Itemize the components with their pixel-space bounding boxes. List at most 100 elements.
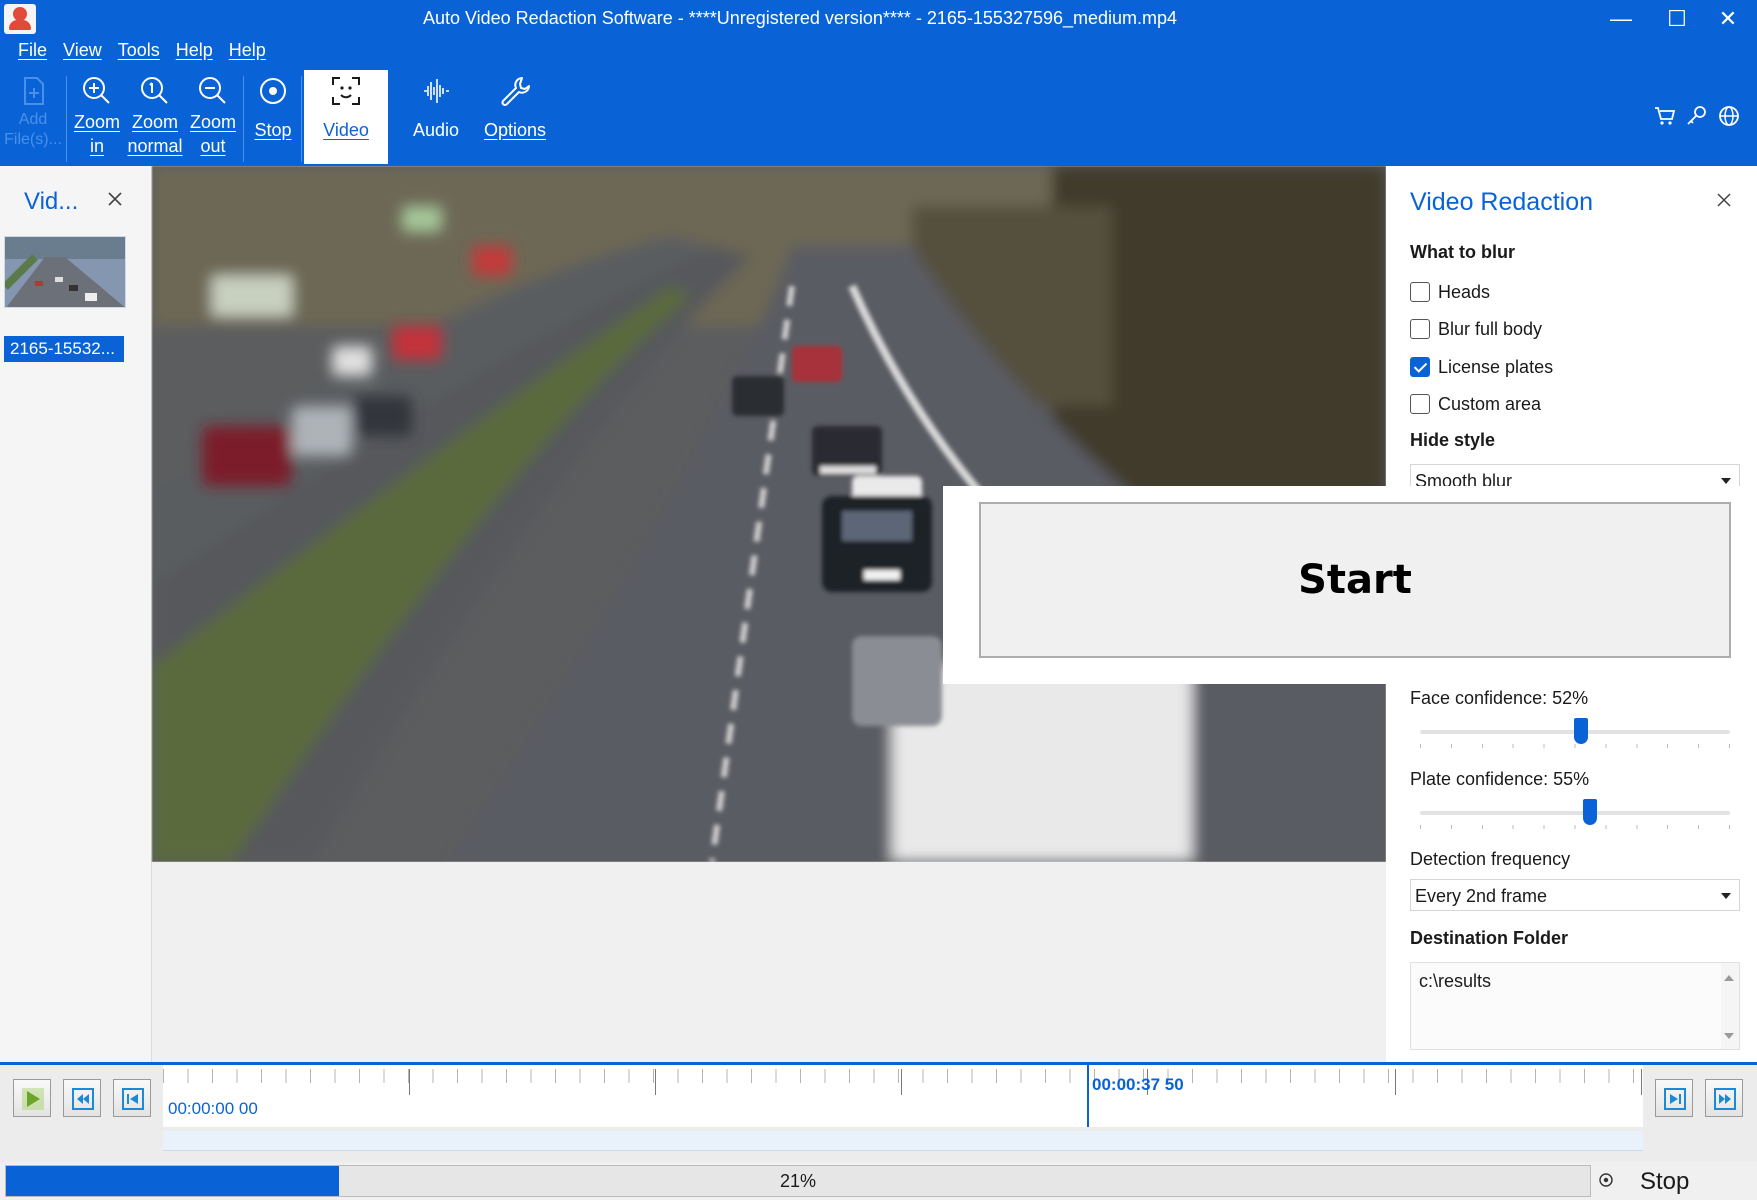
stop-button[interactable]: Stop [248, 70, 298, 164]
start-button[interactable]: Start [979, 502, 1731, 658]
zoom-out-icon [199, 77, 226, 104]
zoom-in-label-1: Zoom [73, 112, 120, 132]
wrench-icon [501, 77, 530, 106]
zoom-in-label-2: in [89, 136, 104, 156]
progress-percent: 21% [779, 1171, 817, 1191]
fast-forward-icon [1714, 1088, 1736, 1110]
slider-handle[interactable] [1573, 718, 1588, 744]
zoom-out-label-2: out [200, 136, 226, 156]
maximize-button[interactable]: ☐ [1657, 4, 1697, 34]
start-overlay: Start [943, 486, 1757, 684]
zoom-normal-icon [141, 77, 168, 104]
globe-icon[interactable] [1717, 104, 1741, 128]
detection-frequency-value: Every 2nd frame [1415, 886, 1548, 906]
destination-folder-heading: Destination Folder [1410, 928, 1569, 948]
title-and-ribbon: Auto Video Redaction Software - ****Unre… [0, 0, 1757, 166]
go-to-start-button[interactable] [113, 1079, 151, 1117]
rewind-icon [72, 1088, 94, 1110]
close-icon[interactable] [1714, 190, 1734, 210]
what-to-blur-heading: What to blur [1410, 242, 1515, 262]
close-icon[interactable] [104, 188, 126, 210]
audio-wave-icon [424, 79, 449, 103]
checkbox-box[interactable] [1410, 282, 1430, 302]
minimize-button[interactable]: — [1601, 4, 1641, 34]
heads-checkbox[interactable]: Heads [1410, 280, 1490, 304]
skip-back-icon [122, 1088, 144, 1110]
destination-folder-input[interactable]: c:\results [1410, 962, 1740, 1050]
hide-style-heading: Hide style [1410, 430, 1496, 450]
zoom-normal-label-1: Zoom [131, 112, 178, 132]
ribbon-right-icons [1653, 104, 1741, 128]
add-files-button[interactable]: Add File(s)... [4, 70, 62, 164]
blur-full-body-checkbox[interactable]: Blur full body [1410, 317, 1542, 341]
custom-area-label: Custom area [1438, 393, 1542, 414]
face-confidence-slider[interactable] [1420, 718, 1730, 748]
menu-view[interactable]: View [55, 40, 110, 68]
stop-icon [260, 78, 286, 104]
plate-confidence-label: Plate confidence: 55% [1410, 769, 1590, 789]
scroll-up-icon[interactable] [1724, 975, 1734, 981]
tab-options[interactable]: Options [478, 70, 552, 164]
options-label: Options [483, 120, 547, 140]
zoom-in-icon [83, 77, 110, 104]
destination-folder-value: c:\results [1419, 971, 1492, 991]
cart-icon[interactable] [1653, 104, 1677, 128]
tab-video[interactable]: Video [304, 70, 388, 164]
fast-forward-button[interactable] [1705, 1079, 1743, 1117]
scrollbar[interactable] [1721, 963, 1739, 1049]
zoom-out-button[interactable]: Zoom out [186, 70, 240, 164]
rewind-button[interactable] [63, 1079, 101, 1117]
detection-frequency-select[interactable]: Every 2nd frame [1410, 879, 1740, 911]
ribbon-separator [301, 76, 302, 162]
face-scan-icon [332, 77, 360, 105]
zoom-normal-button[interactable]: Zoom normal [126, 70, 184, 164]
zoom-in-button[interactable]: Zoom in [70, 70, 124, 164]
slider-handle[interactable] [1582, 799, 1597, 825]
current-timecode: 00:00:37 50 [1092, 1075, 1184, 1094]
panel-title: Video Redaction [1410, 188, 1594, 216]
menu-bar: File View Tools Help Help [10, 40, 274, 68]
close-window-button[interactable]: ✕ [1708, 4, 1748, 34]
video-label: Video [323, 120, 369, 140]
checkbox-box-checked[interactable] [1410, 357, 1430, 377]
timeline-range-bar[interactable] [163, 1131, 1643, 1151]
stop-icon[interactable] [1598, 1172, 1614, 1188]
window-title: Auto Video Redaction Software - ****Unre… [422, 8, 1178, 28]
blur-full-body-label: Blur full body [1438, 318, 1543, 339]
add-files-label: Add File(s)... [4, 111, 62, 148]
checkbox-box[interactable] [1410, 394, 1430, 414]
chevron-down-icon [1721, 478, 1731, 484]
timeline: 00:00:00 00 00:00:37 50 [0, 1065, 1757, 1162]
tab-audio[interactable]: Audio [404, 70, 468, 164]
timeline-ruler[interactable]: 00:00:00 00 00:00:37 50 [163, 1065, 1643, 1127]
files-panel-title: Vid... [24, 188, 79, 215]
preview-background [152, 862, 1386, 1062]
menu-tools[interactable]: Tools [110, 40, 168, 68]
license-plates-checkbox[interactable]: License plates [1410, 355, 1553, 379]
zoom-normal-label-2: normal [127, 136, 183, 156]
audio-label: Audio [412, 120, 460, 140]
menu-help-2[interactable]: Help [221, 40, 274, 68]
ribbon-separator [243, 76, 244, 162]
add-file-icon [24, 77, 44, 105]
face-confidence-label: Face confidence: 52% [1410, 688, 1589, 708]
playhead[interactable] [1087, 1065, 1089, 1127]
menu-help[interactable]: Help [168, 40, 221, 68]
skip-forward-icon [1664, 1088, 1686, 1110]
custom-area-checkbox[interactable]: Custom area [1410, 392, 1541, 416]
go-to-end-button[interactable] [1655, 1079, 1693, 1117]
plate-confidence-slider[interactable] [1420, 799, 1730, 829]
status-bar: 21% Stop [0, 1162, 1757, 1200]
scroll-down-icon[interactable] [1724, 1033, 1734, 1039]
chevron-down-icon [1721, 893, 1731, 899]
menu-file[interactable]: File [10, 40, 55, 68]
file-list-item[interactable]: 2165-15532... [4, 336, 124, 362]
stop-label: Stop [254, 120, 292, 140]
checkbox-box[interactable] [1410, 319, 1430, 339]
files-panel: Vid... 2165-15532... [0, 166, 152, 1064]
play-button[interactable] [13, 1079, 51, 1117]
start-timecode: 00:00:00 00 [168, 1099, 258, 1118]
stop-processing-button[interactable]: Stop [1640, 1168, 1689, 1196]
key-icon[interactable] [1685, 104, 1709, 128]
video-thumbnail[interactable] [4, 236, 126, 308]
